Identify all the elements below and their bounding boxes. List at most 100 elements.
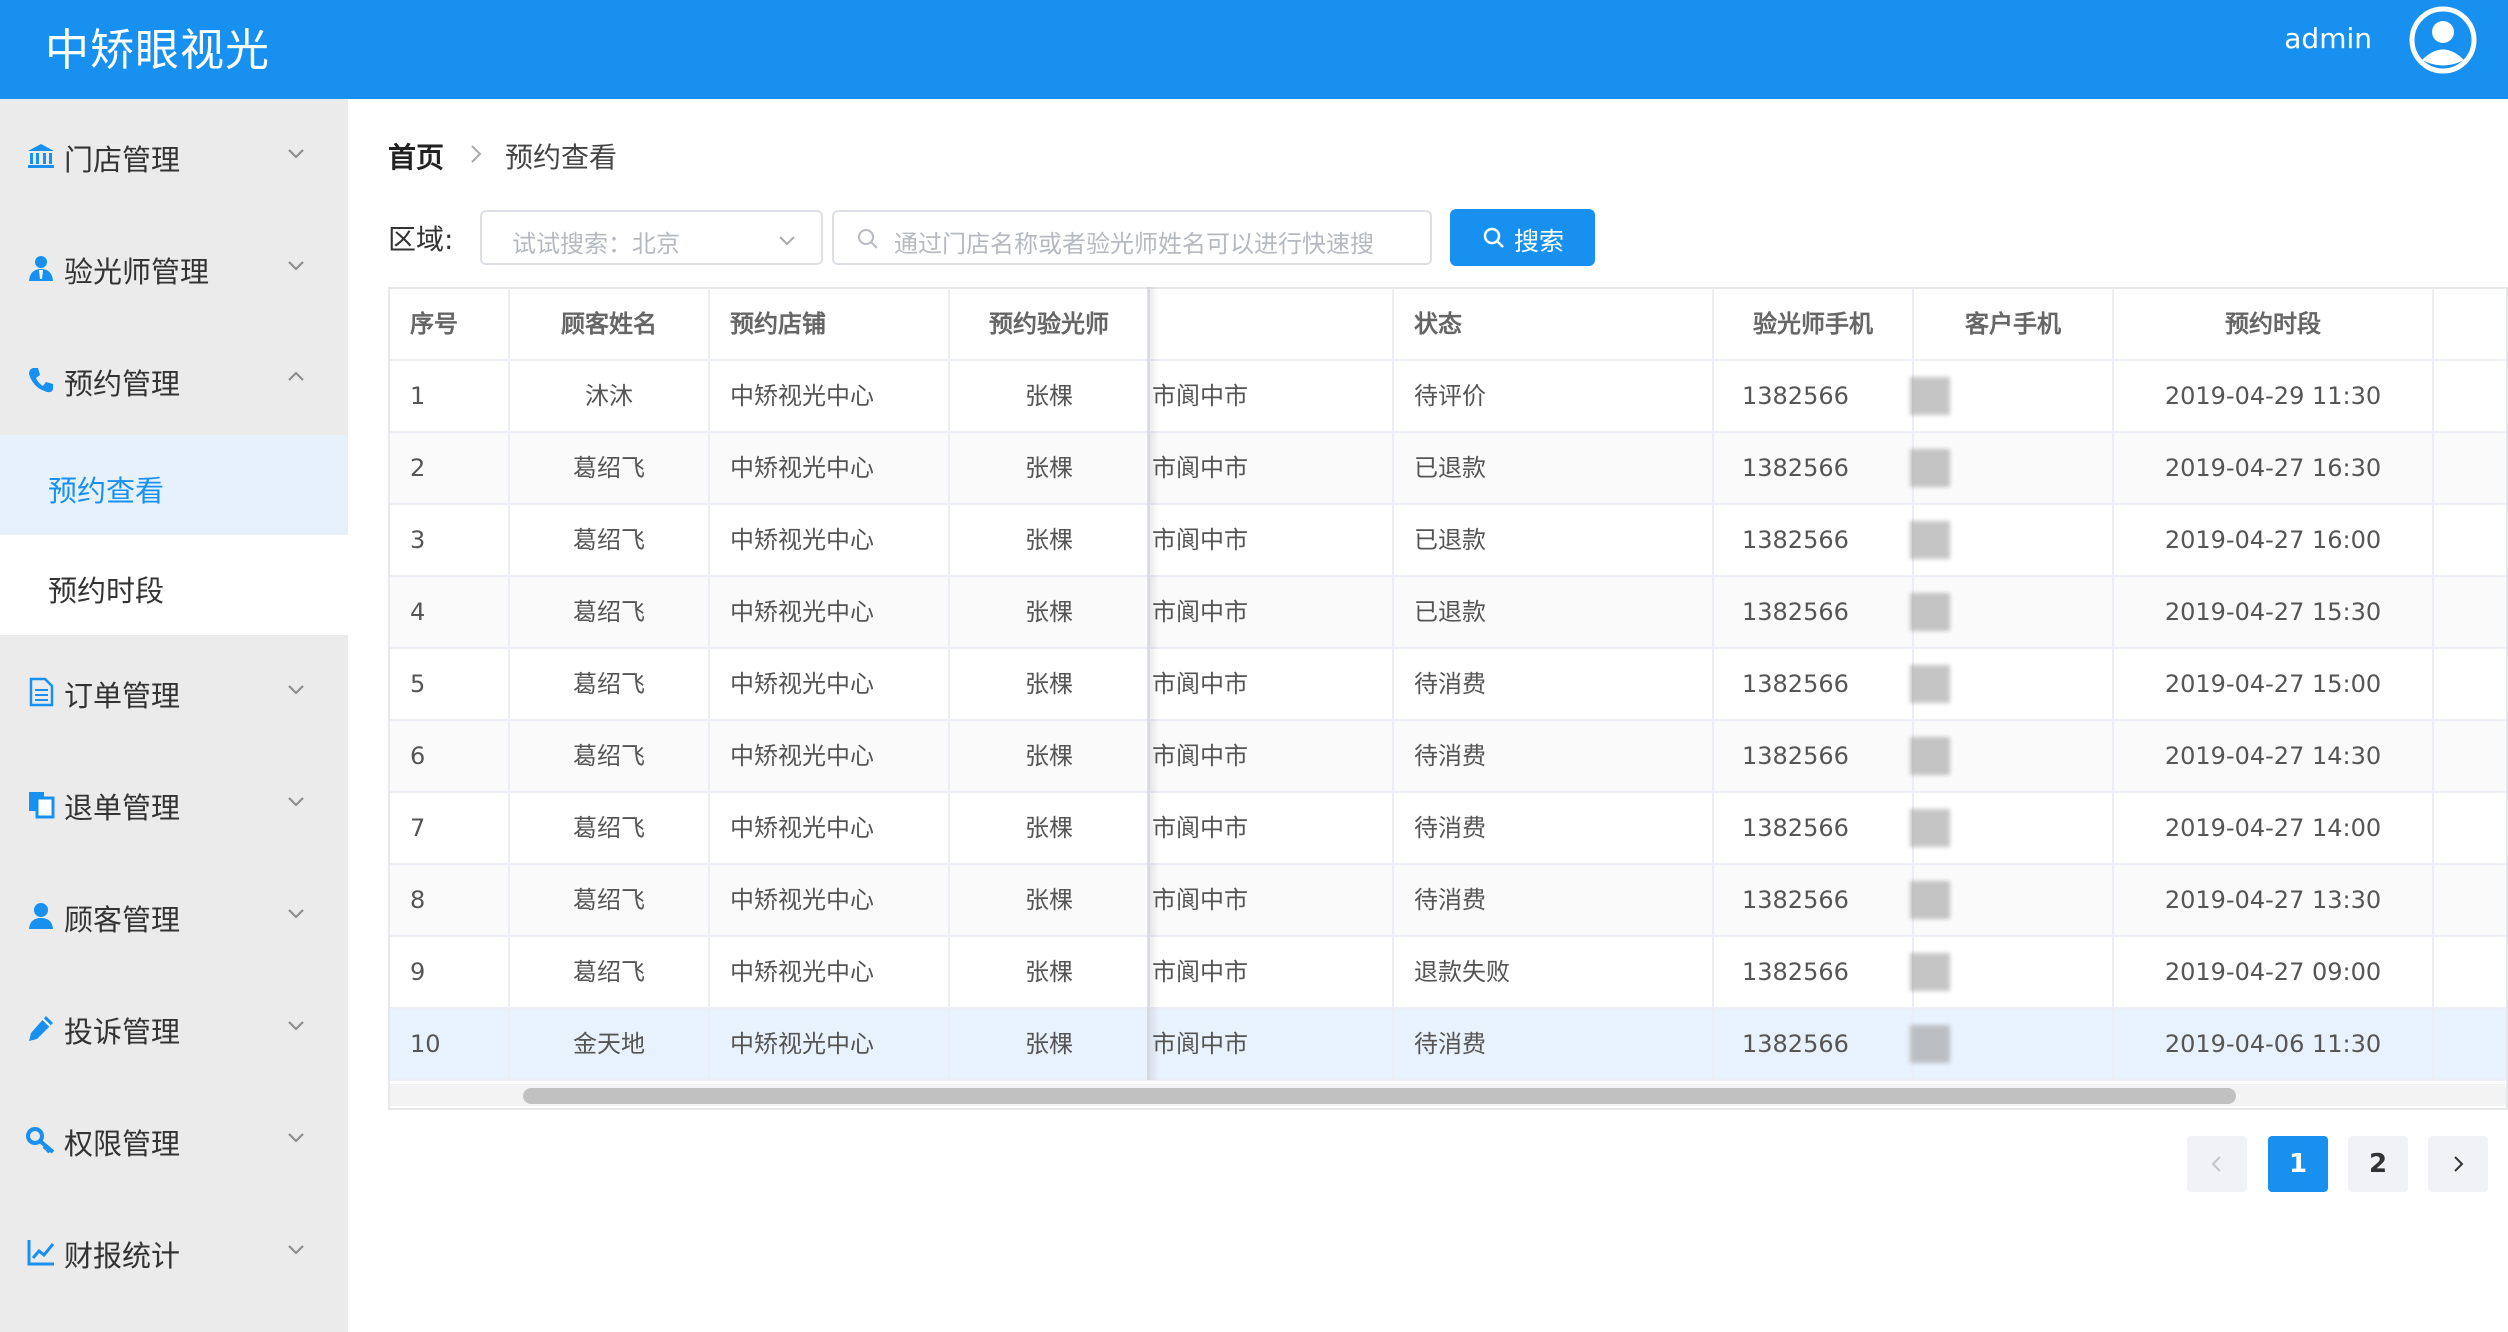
table-row[interactable]: 1 沐沐 中矫视光中心 张棵 市阆中市 待评价 1382566 2019-04-29 11:3… xyxy=(390,361,2506,433)
user-tie-icon xyxy=(29,256,53,281)
table-row[interactable]: 9 葛绍飞 中矫视光中心 张棵 市阆中市 退款失败 1382566 2019-04-27 09… xyxy=(390,937,2506,1009)
cell-status: 待评价 xyxy=(1394,361,1714,433)
cell-status: 待消费 xyxy=(1394,793,1714,865)
cell-time-slot: 2019-04-27 15:30 xyxy=(2114,577,2434,649)
table-row[interactable]: 10 金天地 中矫视光中心 张棵 市阆中市 待消费 1382566 2019-04-06 11… xyxy=(390,1009,2506,1081)
top-header: 中矫眼视光 admin xyxy=(0,0,2508,99)
cell-optometrist-phone: 1382566 xyxy=(1714,721,1914,793)
chevron-down-icon xyxy=(779,236,795,246)
column-header[interactable] xyxy=(1150,289,1394,361)
cell-time-slot: 2019-04-27 16:30 xyxy=(2114,433,2434,505)
bank-icon xyxy=(28,144,54,168)
column-header[interactable]: 预约店铺 xyxy=(710,289,950,361)
phone-redaction-mosaic xyxy=(1910,665,1950,703)
cell-city: 市阆中市 xyxy=(1150,793,1394,865)
chevron-down-icon xyxy=(288,1021,304,1031)
cell-time-slot: 2019-04-27 16:00 xyxy=(2114,505,2434,577)
breadcrumb-home[interactable]: 首页 xyxy=(388,136,444,176)
cell-status: 待消费 xyxy=(1394,721,1714,793)
page-button-2[interactable]: 2 xyxy=(2348,1136,2408,1192)
column-header-overflow xyxy=(2434,289,2506,361)
cell-optometrist-phone: 1382566 xyxy=(1714,433,1914,505)
table-row[interactable]: 7 葛绍飞 中矫视光中心 张棵 市阆中市 待消费 1382566 2019-04-27 14:… xyxy=(390,793,2506,865)
cell-optometrist-phone: 1382566 xyxy=(1714,505,1914,577)
cell-optometrist-phone: 1382566 xyxy=(1714,361,1914,433)
column-header[interactable]: 状态 xyxy=(1394,289,1714,361)
column-header[interactable]: 客户手机 xyxy=(1914,289,2114,361)
cell-overflow xyxy=(2434,865,2506,937)
sidebar-item-stores[interactable]: 门店管理 xyxy=(0,99,348,211)
sidebar-item-customers[interactable]: 顾客管理 xyxy=(0,859,348,971)
cell-city: 市阆中市 xyxy=(1150,865,1394,937)
cell-city: 市阆中市 xyxy=(1150,505,1394,577)
cell-optometrist-phone: 1382566 xyxy=(1714,649,1914,721)
sidebar-item-permissions[interactable]: 权限管理 xyxy=(0,1083,348,1195)
cell-overflow xyxy=(2434,577,2506,649)
cell-store: 中矫视光中心 xyxy=(710,937,950,1009)
page-button-1[interactable]: 1 xyxy=(2268,1136,2328,1192)
sidebar-subitem-appointment-slots[interactable]: 预约时段 xyxy=(0,535,348,635)
sidebar-subitem-appointment-view[interactable]: 预约查看 xyxy=(0,435,348,535)
table-row[interactable]: 6 葛绍飞 中矫视光中心 张棵 市阆中市 待消费 1382566 2019-04-27 14:… xyxy=(390,721,2506,793)
chevron-right-icon xyxy=(471,145,482,163)
avatar-icon[interactable] xyxy=(2408,5,2478,75)
search-button[interactable]: 搜索 xyxy=(1450,209,1595,266)
key-icon xyxy=(26,1127,55,1154)
area-select[interactable]: 试试搜索：北京 xyxy=(480,210,823,265)
cell-city: 市阆中市 xyxy=(1150,1009,1394,1081)
chevron-down-icon xyxy=(288,685,304,695)
column-header[interactable]: 预约时段 xyxy=(2114,289,2434,361)
prev-page-button[interactable] xyxy=(2187,1136,2247,1192)
cell-optometrist: 张棵 xyxy=(950,505,1150,577)
cell-index: 5 xyxy=(390,649,510,721)
next-page-button[interactable] xyxy=(2428,1136,2488,1192)
cell-index: 6 xyxy=(390,721,510,793)
cell-customer-name: 沐沐 xyxy=(510,361,710,433)
appointments-table: 序号 顾客姓名 预约店铺 预约验光师 状态 验光师手机 客户手机 预约时段 1沐… xyxy=(388,287,2508,1110)
sidebar-item-orders[interactable]: 订单管理 xyxy=(0,635,348,747)
cell-index: 2 xyxy=(390,433,510,505)
cell-optometrist: 张棵 xyxy=(950,577,1150,649)
cell-time-slot: 2019-04-29 11:30 xyxy=(2114,361,2434,433)
column-header[interactable]: 顾客姓名 xyxy=(510,289,710,361)
sidebar-item-optometrists[interactable]: 验光师管理 xyxy=(0,211,348,323)
column-header[interactable]: 序号 xyxy=(390,289,510,361)
cell-status: 已退款 xyxy=(1394,433,1714,505)
cell-overflow xyxy=(2434,505,2506,577)
area-select-placeholder: 试试搜索：北京 xyxy=(512,230,680,258)
copy-icon xyxy=(29,792,55,819)
cell-index: 4 xyxy=(390,577,510,649)
phone-icon xyxy=(29,368,53,393)
table-row[interactable]: 4 葛绍飞 中矫视光中心 张棵 市阆中市 已退款 1382566 2019-04-27 15:… xyxy=(390,577,2506,649)
chevron-down-icon xyxy=(288,261,304,271)
table-row[interactable]: 8 葛绍飞 中矫视光中心 张棵 市阆中市 待消费 1382566 2019-04-27 13:… xyxy=(390,865,2506,937)
table-row[interactable]: 2 葛绍飞 中矫视光中心 张棵 市阆中市 已退款 1382566 2019-04-27 16:… xyxy=(390,433,2506,505)
table-row[interactable]: 3 葛绍飞 中矫视光中心 张棵 市阆中市 已退款 1382566 2019-04-27 16:… xyxy=(390,505,2506,577)
search-input[interactable]: 通过门店名称或者验光师姓名可以进行快速搜 xyxy=(832,210,1432,265)
column-header[interactable]: 预约验光师 xyxy=(950,289,1150,361)
username-label[interactable]: admin xyxy=(2284,22,2372,55)
sidebar-item-label: 验光师管理 xyxy=(64,255,210,289)
cell-status: 待消费 xyxy=(1394,649,1714,721)
column-header[interactable]: 验光师手机 xyxy=(1714,289,1914,361)
cell-index: 1 xyxy=(390,361,510,433)
cell-status: 待消费 xyxy=(1394,1009,1714,1081)
sidebar-item-label: 门店管理 xyxy=(64,143,181,177)
cell-index: 3 xyxy=(390,505,510,577)
table-row[interactable]: 5 葛绍飞 中矫视光中心 张棵 市阆中市 待消费 1382566 2019-04-27 15:… xyxy=(390,649,2506,721)
cell-time-slot: 2019-04-27 14:30 xyxy=(2114,721,2434,793)
cell-overflow xyxy=(2434,433,2506,505)
cell-store: 中矫视光中心 xyxy=(710,649,950,721)
phone-redaction-mosaic xyxy=(1910,737,1950,775)
sidebar-item-label: 顾客管理 xyxy=(64,903,181,937)
table-scrollbar-thumb[interactable] xyxy=(523,1088,2236,1104)
cell-overflow xyxy=(2434,1009,2506,1081)
cell-optometrist-phone: 1382566 xyxy=(1714,865,1914,937)
sidebar-item-financial-stats[interactable]: 财报统计 xyxy=(0,1195,348,1307)
cell-customer-name: 葛绍飞 xyxy=(510,865,710,937)
chevron-left-icon xyxy=(2211,1156,2221,1172)
search-icon xyxy=(858,229,878,249)
sidebar-item-refunds[interactable]: 退单管理 xyxy=(0,747,348,859)
sidebar-item-complaints[interactable]: 投诉管理 xyxy=(0,971,348,1083)
sidebar-item-appointments[interactable]: 预约管理 xyxy=(0,323,348,435)
